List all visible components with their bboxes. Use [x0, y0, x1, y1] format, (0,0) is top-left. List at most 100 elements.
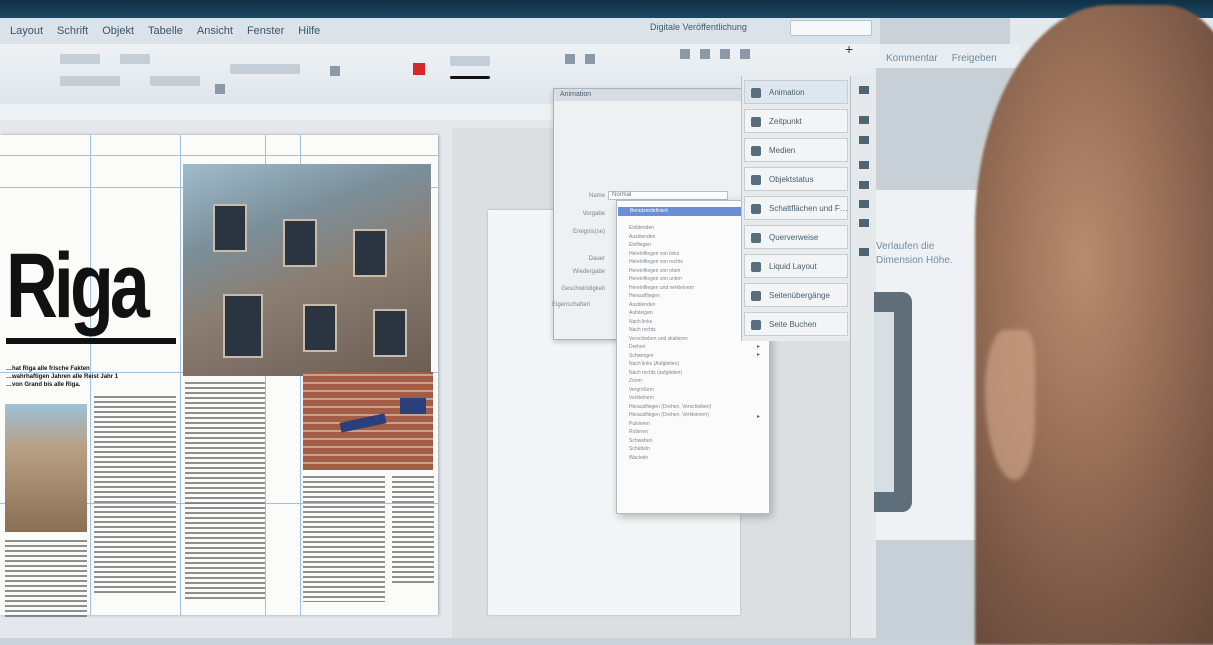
- distribute-icon[interactable]: [680, 49, 690, 59]
- tool-icon[interactable]: [859, 248, 869, 256]
- window-shape: [223, 294, 263, 358]
- wrap-icon[interactable]: [585, 54, 595, 64]
- dropdown-item[interactable]: Nach links (Aufgleiten): [629, 361, 679, 367]
- body-text-column[interactable]: [94, 396, 176, 596]
- dropdown-item[interactable]: Vergrößern: [629, 387, 654, 393]
- tool-icon[interactable]: [859, 136, 869, 144]
- properties-toggle[interactable]: Eigenschaften: [552, 302, 612, 308]
- body-text-column[interactable]: [5, 540, 87, 620]
- ctl-field[interactable]: [120, 54, 150, 64]
- preview-text: Verlaufen die Dimension Höhe.: [876, 240, 953, 268]
- dropdown-item[interactable]: Aufsteigen: [629, 310, 653, 316]
- tool-icon[interactable]: [859, 219, 869, 227]
- panel-button-timing[interactable]: Zeitpunkt: [744, 109, 848, 133]
- dropdown-item[interactable]: Hereinfliegen von links: [629, 251, 679, 257]
- dropdown-item[interactable]: Herausfliegen: [629, 293, 660, 299]
- submenu-arrow-icon: ▸: [757, 414, 761, 420]
- panel-button-media[interactable]: Medien: [744, 138, 848, 162]
- fill-color-swatch[interactable]: [413, 63, 425, 75]
- dropdown-item[interactable]: Schweben: [629, 438, 652, 444]
- ctl-field[interactable]: [230, 64, 300, 74]
- panel-button-buttons-forms[interactable]: Schaltflächen und F…: [744, 196, 848, 220]
- panel-button-animation[interactable]: Animation: [744, 80, 848, 104]
- field-label-preset: Vorgabe: [582, 211, 605, 217]
- panel-button-label: Seitenübergänge: [769, 291, 830, 300]
- comment-button[interactable]: Kommentar: [886, 53, 938, 64]
- dropdown-item[interactable]: Rotieren: [629, 429, 648, 435]
- share-button[interactable]: Freigeben: [952, 53, 997, 64]
- distribute-icon[interactable]: [740, 49, 750, 59]
- distribute-icon[interactable]: [720, 49, 730, 59]
- transform-icon[interactable]: [215, 84, 225, 94]
- dropdown-item[interactable]: Nach links: [629, 319, 652, 325]
- panel-title[interactable]: Animation: [554, 89, 741, 101]
- tool-icon[interactable]: [859, 161, 869, 169]
- panel-button-book[interactable]: Seite Buchen: [744, 312, 848, 336]
- dropdown-item[interactable]: Einblenden: [629, 225, 654, 231]
- plus-icon[interactable]: +: [845, 42, 855, 56]
- dropdown-item[interactable]: Ausblenden: [629, 302, 655, 308]
- name-field[interactable]: Normal: [608, 191, 728, 200]
- dropdown-item[interactable]: Verschieben und skalieren: [629, 336, 688, 342]
- dropdown-item[interactable]: Einfliegen: [629, 242, 651, 248]
- object-states-icon: [751, 175, 761, 185]
- house-number-sign: [400, 398, 426, 414]
- panel-button-liquid-layout[interactable]: Liquid Layout: [744, 254, 848, 278]
- distribute-icon[interactable]: [700, 49, 710, 59]
- dropdown-item[interactable]: Herausfliegen (Drehen, Verkleinern): [629, 412, 709, 418]
- stroke-field[interactable]: [450, 56, 490, 66]
- menu-tabelle[interactable]: Tabelle: [148, 25, 183, 37]
- menu-layout[interactable]: Layout: [10, 25, 43, 37]
- window-shape: [283, 219, 317, 267]
- tablet-screen: [874, 312, 894, 492]
- dropdown-item[interactable]: Verkleinern: [629, 395, 654, 401]
- menu-ansicht[interactable]: Ansicht: [197, 25, 233, 37]
- column-guide: [180, 135, 181, 615]
- dropdown-item[interactable]: Herausfliegen (Drehen, Verschieben): [629, 404, 711, 410]
- panel-button-label: Seite Buchen: [769, 320, 817, 329]
- tool-icon[interactable]: [859, 86, 869, 94]
- dropdown-item[interactable]: Hereinfliegen von unten: [629, 276, 682, 282]
- dropdown-item[interactable]: Hereinfliegen und verkleinern: [629, 285, 694, 291]
- ctl-field[interactable]: [60, 76, 120, 86]
- dropdown-item[interactable]: Wackeln: [629, 455, 648, 461]
- body-text-column[interactable]: [185, 382, 265, 602]
- ctl-field[interactable]: [150, 76, 200, 86]
- dropdown-item[interactable]: Zoom: [629, 378, 642, 384]
- menu-objekt[interactable]: Objekt: [102, 25, 134, 37]
- caption-line: …hat Riga alle frische Fakten: [6, 366, 90, 372]
- dropdown-item[interactable]: Hereinfliegen von oben: [629, 268, 680, 274]
- align-icon[interactable]: [330, 66, 340, 76]
- panel-button-label: Objektstatus: [769, 175, 814, 184]
- headline-rule: [6, 338, 176, 344]
- tool-icon[interactable]: [859, 181, 869, 189]
- wrap-icon[interactable]: [565, 54, 575, 64]
- tool-icon[interactable]: [859, 200, 869, 208]
- panel-buttons-column: Animation Zeitpunkt Medien Objektstatus Scha…: [741, 76, 850, 341]
- dropdown-item[interactable]: Ausblenden: [629, 234, 655, 240]
- dropdown-item[interactable]: Nach rechts (aufgleiten): [629, 370, 682, 376]
- panel-button-cross-ref[interactable]: Querverweise: [744, 225, 848, 249]
- menu-hilfe[interactable]: Hilfe: [298, 25, 320, 37]
- building-photo[interactable]: [183, 164, 431, 376]
- dropdown-item[interactable]: Hereinfliegen von rechts: [629, 259, 683, 265]
- search-input[interactable]: [790, 20, 872, 36]
- menu-fenster[interactable]: Fenster: [247, 25, 284, 37]
- ctl-field[interactable]: [60, 54, 100, 64]
- panel-button-object-states[interactable]: Objektstatus: [744, 167, 848, 191]
- menu-schrift[interactable]: Schrift: [57, 25, 88, 37]
- workspace-switcher[interactable]: Digitale Veröffentlichung: [650, 22, 747, 32]
- dropdown-item[interactable]: Drehen: [629, 344, 645, 350]
- stroke-line: [450, 76, 490, 79]
- body-text-column[interactable]: [303, 476, 385, 602]
- liquid-layout-icon: [751, 262, 761, 272]
- dropdown-item[interactable]: Pulsieren: [629, 421, 650, 427]
- tool-icon[interactable]: [859, 116, 869, 124]
- body-text-column[interactable]: [392, 476, 434, 586]
- dropdown-item[interactable]: Schwingen: [629, 353, 653, 359]
- panel-button-page-transitions[interactable]: Seitenübergänge: [744, 283, 848, 307]
- field-label-duration: Dauer: [588, 256, 605, 262]
- facade-photo[interactable]: [5, 404, 87, 532]
- dropdown-item[interactable]: Schütteln: [629, 446, 650, 452]
- dropdown-item[interactable]: Nach rechts: [629, 327, 656, 333]
